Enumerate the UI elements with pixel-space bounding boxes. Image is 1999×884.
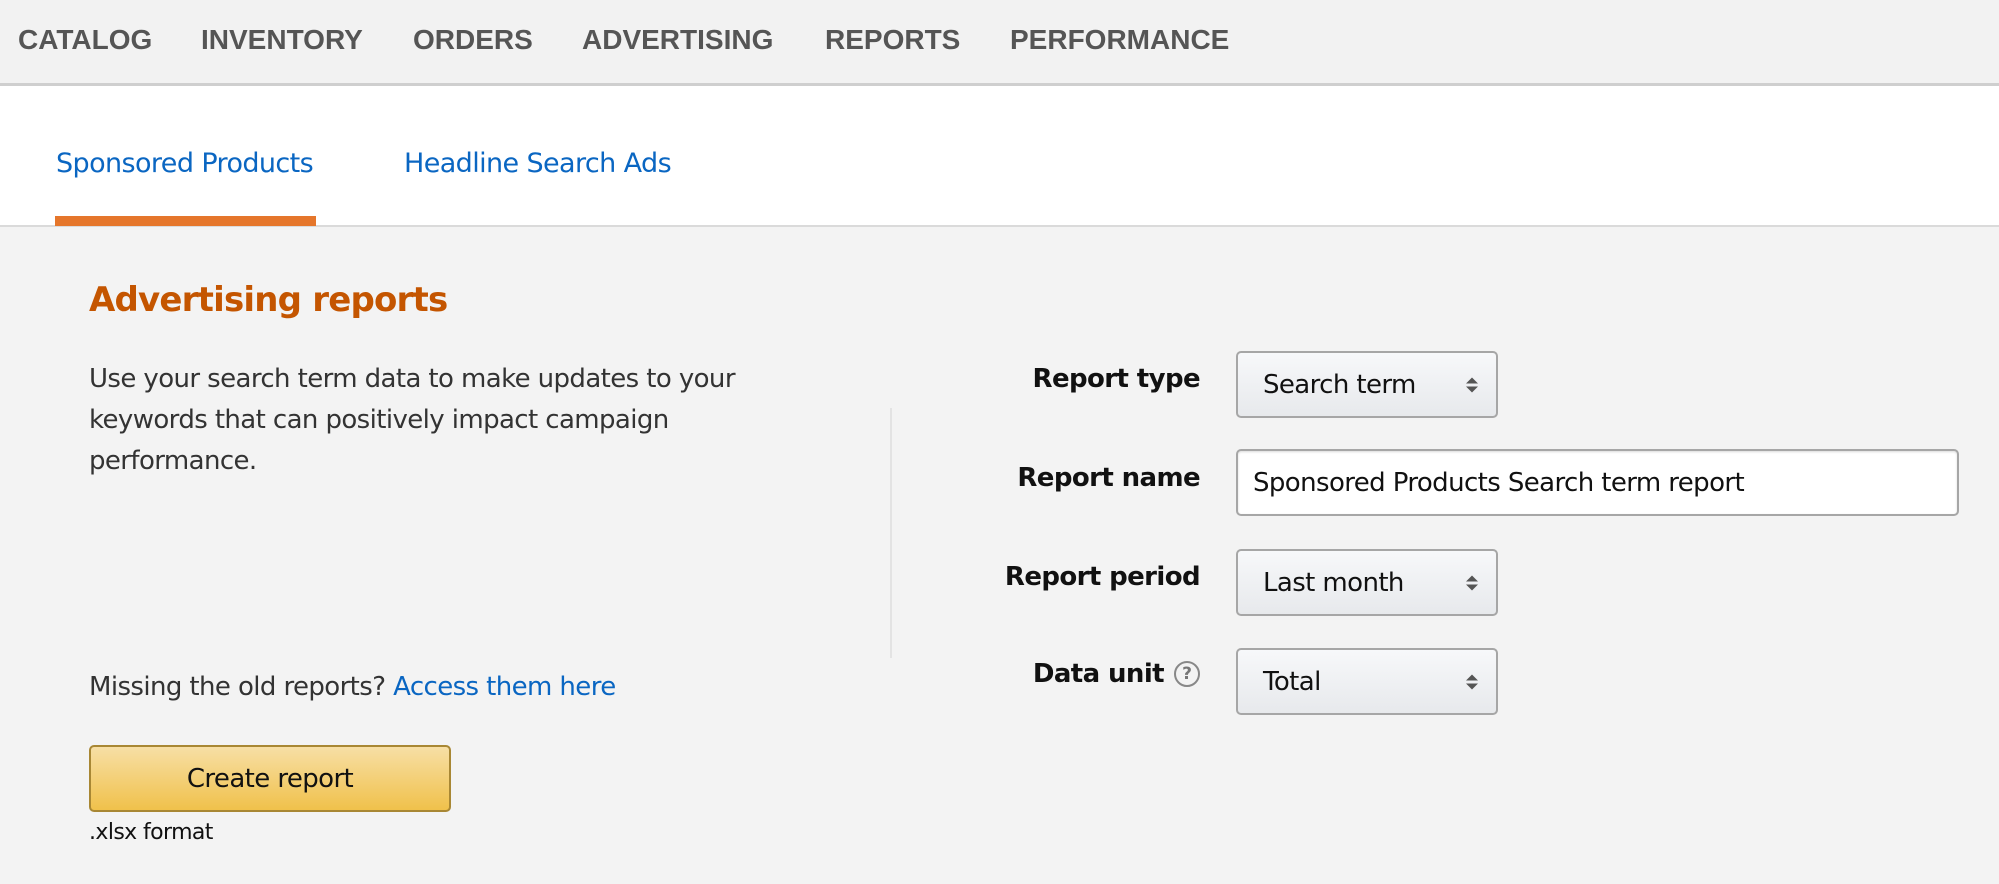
data-unit-label: Data unit ?	[1033, 659, 1200, 689]
section-description: Use your search term data to make update…	[89, 364, 736, 476]
ad-type-tabs: Sponsored Products Headline Search Ads	[0, 86, 1999, 227]
nav-advertising[interactable]: ADVERTISING	[582, 24, 773, 56]
top-navigation: CATALOG INVENTORY ORDERS ADVERTISING REP…	[0, 0, 1999, 86]
report-type-select[interactable]: Search term	[1236, 351, 1498, 418]
page-title: Advertising reports	[89, 280, 448, 320]
report-type-label-text: Report type	[1032, 364, 1201, 394]
tab-sponsored-products[interactable]: Sponsored Products	[56, 148, 314, 179]
report-type-label: Report type	[1032, 364, 1201, 394]
nav-orders[interactable]: ORDERS	[413, 24, 533, 56]
active-tab-indicator	[55, 216, 316, 226]
format-note: .xlsx format	[89, 820, 213, 845]
report-period-value: Last month	[1263, 567, 1404, 598]
report-name-label: Report name	[1017, 463, 1200, 493]
nav-inventory[interactable]: INVENTORY	[201, 24, 363, 56]
access-old-reports-link[interactable]: Access them here	[393, 672, 616, 702]
report-type-value: Search term	[1263, 369, 1416, 400]
old-reports-text: Missing the old reports?	[89, 672, 386, 702]
data-unit-select[interactable]: Total	[1236, 648, 1498, 715]
report-name-label-text: Report name	[1017, 463, 1200, 493]
nav-catalog[interactable]: CATALOG	[18, 24, 152, 56]
report-name-input[interactable]	[1236, 449, 1959, 516]
report-period-select[interactable]: Last month	[1236, 549, 1498, 616]
data-unit-label-text: Data unit	[1032, 659, 1165, 689]
select-arrows-icon	[1466, 377, 1478, 392]
nav-reports[interactable]: REPORTS	[825, 24, 960, 56]
nav-performance[interactable]: PERFORMANCE	[1010, 24, 1229, 56]
report-panel: Advertising reports Use your search term…	[0, 227, 1999, 884]
data-unit-value: Total	[1263, 666, 1321, 697]
report-period-label: Report period	[1004, 562, 1201, 592]
report-period-label-text: Report period	[1004, 562, 1201, 592]
create-report-button[interactable]: Create report	[89, 745, 451, 812]
select-arrows-icon	[1466, 575, 1478, 590]
vertical-divider	[890, 408, 892, 658]
question-circle-icon[interactable]: ?	[1174, 661, 1200, 687]
tab-headline-search-ads[interactable]: Headline Search Ads	[404, 148, 672, 179]
select-arrows-icon	[1466, 674, 1478, 689]
old-reports-notice: Missing the old reports? Access them her…	[89, 672, 616, 702]
